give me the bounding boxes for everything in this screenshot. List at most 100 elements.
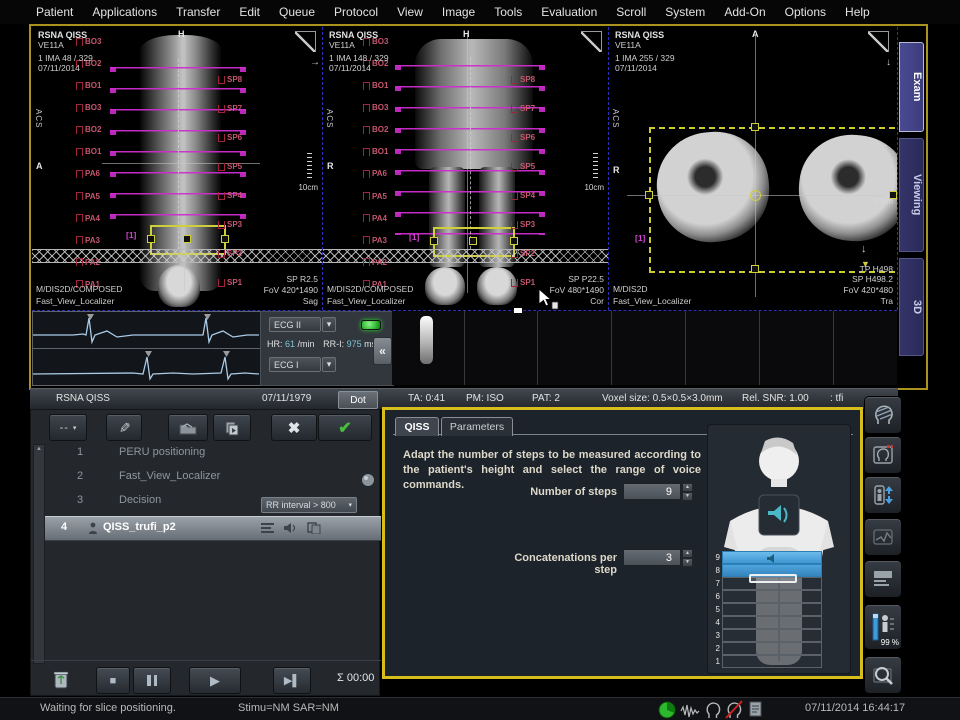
spinner-up-icon[interactable]: ▲ [682,483,693,492]
step-row-3[interactable] [722,629,822,642]
copy-run-button[interactable] [213,414,251,441]
group-box-handle[interactable] [147,235,155,243]
physio-curve-button[interactable] [864,518,902,556]
scroll-right-arrow-icon[interactable]: → [310,57,320,68]
fov-roi-box[interactable] [649,127,897,273]
spinner-down-icon[interactable]: ▼ [682,492,693,501]
mouse-cursor [538,288,564,314]
head-coil-button[interactable] [864,396,902,434]
menu-protocol[interactable]: Protocol [334,5,378,19]
collapse-physio-button[interactable]: « [373,337,392,365]
queue-row[interactable]: 1 PERU positioning [47,446,379,468]
tab-qiss[interactable]: QISS [395,417,439,436]
thumbnail-cell[interactable] [465,311,538,385]
scroll-down-arrow-icon[interactable]: ↓ [861,243,867,255]
thumbnail-cell[interactable] [760,311,834,385]
step-row-5[interactable] [722,603,822,616]
menu-help[interactable]: Help [845,5,870,19]
queue-scrollbar[interactable]: ▲ [33,444,45,664]
spinner-up-icon[interactable]: ▲ [682,549,693,558]
tab-exam[interactable]: Exam [899,42,924,132]
group-box-handle[interactable] [430,237,438,245]
copy-pages-icon[interactable] [307,522,321,534]
menu-system[interactable]: System [665,5,705,19]
menu-applications[interactable]: Applications [92,5,157,19]
menu-addon[interactable]: Add-On [724,5,765,19]
cancel-button[interactable]: ✖ [271,414,317,441]
image-segment-coronal[interactable]: [1] BO3 BO2 BO1 BO3 BO2 BO1 PA6 PA5 PA4 … [323,27,608,310]
steps-input[interactable]: 9 [623,483,681,500]
step-row-4[interactable] [722,616,822,629]
pause-button[interactable] [133,667,171,694]
system-load-icon [658,701,676,719]
coil-label-column-right: SP8 SP7 SP6 SP5 SP4 SP3 SP2 SP1 [511,75,535,287]
chevron-down-icon: ▾ [348,501,352,509]
chevron-down-icon[interactable]: ▾ [322,357,336,372]
thumbnail-cell[interactable] [612,311,686,385]
ecg-lead-select[interactable]: ECG I [269,357,321,372]
copy-page-icon [224,420,240,436]
step-range-handle[interactable] [749,574,797,583]
tab-3d[interactable]: 3D [899,258,924,356]
roi-handle-bottom[interactable] [751,265,759,273]
image-segment-sagittal[interactable]: [1] BO3 BO2 BO1 BO3 BO2 BO1 PA6 PA5 PA4 … [32,27,322,310]
protocol-layout-button[interactable] [864,560,902,598]
menu-scroll[interactable]: Scroll [616,5,646,19]
menu-evaluation[interactable]: Evaluation [541,5,597,19]
thumbnail-cell[interactable] [686,311,760,385]
scroll-down-arrow-icon[interactable]: ↓ [886,57,891,68]
menu-transfer[interactable]: Transfer [176,5,220,19]
queue-row[interactable]: 3 Decision RR interval > 800 ▾ [47,494,379,516]
open-protocol-button[interactable] [168,414,208,441]
thumbnail-cell[interactable] [834,311,897,385]
play-button[interactable]: ▶ [189,667,241,694]
menu-image[interactable]: Image [442,5,475,19]
list-properties-icon[interactable] [261,523,274,534]
apply-button[interactable]: ✔ [318,414,372,441]
thumbnail-cell[interactable] [392,311,465,385]
strip-slider-marker[interactable] [514,308,522,313]
group-box-handle[interactable] [469,237,477,245]
menu-tools[interactable]: Tools [494,5,522,19]
speaker-icon[interactable] [283,522,296,534]
tab-parameters[interactable]: Parameters [441,417,513,436]
thumbnail-cell[interactable] [538,311,612,385]
skip-button[interactable]: ▶▌ [273,667,311,694]
roi-handle-top[interactable] [751,123,759,131]
roi-handle-left[interactable] [645,191,653,199]
step-row-1[interactable] [722,655,822,668]
step-row-9-selected[interactable] [722,551,822,564]
concatenations-spinner[interactable]: ▲ ▼ [682,549,693,566]
patient-registration-button[interactable] [864,436,902,474]
stop-button[interactable]: ■ [96,667,130,694]
recycle-bin-icon[interactable] [51,668,71,690]
queue-row-selected[interactable]: 4 QISS_trufi_p2 [45,516,381,541]
menu-patient[interactable]: Patient [36,5,73,19]
tab-viewing[interactable]: Viewing [899,138,924,252]
step-row-7[interactable] [722,577,822,590]
table-position-button[interactable] [864,476,902,514]
ecg-lead-select[interactable]: ECG II [269,317,321,332]
rr-interval-dropdown[interactable]: RR interval > 800 ▾ [261,497,357,513]
dot-engine-button[interactable]: Dot [338,391,378,409]
menu-options[interactable]: Options [785,5,826,19]
group-box-handle[interactable] [183,235,191,243]
sar-level-button[interactable]: 99 % [864,604,902,650]
menu-edit[interactable]: Edit [239,5,260,19]
steps-spinner[interactable]: ▲ ▼ [682,483,693,500]
edit-protocol-button[interactable]: ✎ [106,414,142,441]
queue-row[interactable]: 2 Fast_View_Localizer [47,470,379,492]
menu-queue[interactable]: Queue [279,5,315,19]
step-row-6[interactable] [722,590,822,603]
spinner-down-icon[interactable]: ▼ [682,558,693,567]
menu-view[interactable]: View [397,5,423,19]
continue-measurement-button[interactable]: -- ▾ [49,414,87,441]
panel-version: VE11A [38,40,64,50]
image-zoom-button[interactable] [864,656,902,694]
step-row-2[interactable] [722,642,822,655]
chevron-down-icon[interactable]: ▾ [322,317,336,332]
concatenations-input[interactable]: 3 [623,549,681,566]
image-segment-transversal[interactable]: [1] ↓ ▼ RSNA QISS VE11A 1 IMA 255 / 329 … [609,27,897,310]
scroll-up-icon[interactable]: ▲ [34,445,44,453]
roi-center-handle[interactable] [750,190,761,201]
